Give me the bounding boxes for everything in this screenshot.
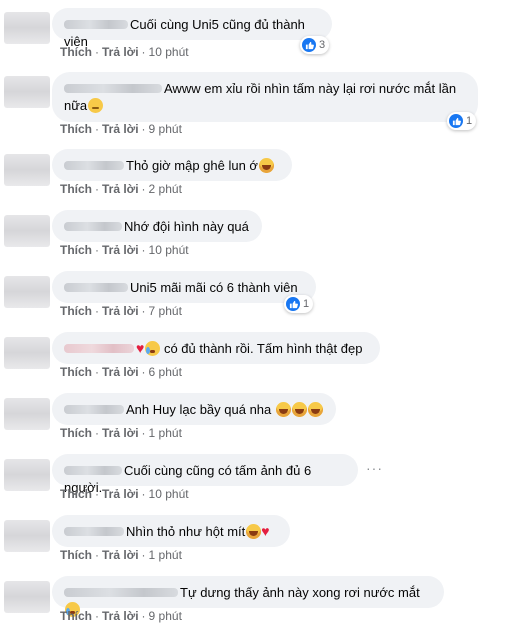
comment-text: Nhớ đội hình này quá <box>124 219 249 234</box>
reply-link[interactable]: Trả lời <box>102 122 139 136</box>
rolling-laughing-emoji <box>246 524 262 540</box>
comment-bubble: Anh Huy lạc bầy quá nha <box>52 393 336 425</box>
comment-actions: Thích · Trả lời · 9 phút <box>60 122 182 136</box>
relieved-face-emoji <box>88 98 104 114</box>
timestamp[interactable]: 7 phút <box>149 304 182 318</box>
timestamp[interactable]: 9 phút <box>149 122 182 136</box>
author-name-blurred[interactable] <box>64 20 128 30</box>
comment-bubble: Thỏ giờ mập ghê lun ớ <box>52 149 292 181</box>
comment-actions: Thích · Trả lời · 9 phút <box>60 609 182 623</box>
laughing-face-emoji <box>291 402 307 418</box>
avatar[interactable] <box>4 459 50 491</box>
laughing-face-emoji <box>307 402 323 418</box>
author-name-blurred[interactable] <box>64 84 162 94</box>
timestamp[interactable]: 10 phút <box>149 243 189 257</box>
reply-link[interactable]: Trả lời <box>102 243 139 257</box>
comment-actions: Thích · Trả lời · 7 phút <box>60 304 182 318</box>
comment-text: Nhìn thỏ như hột mít <box>126 524 246 539</box>
comment-text: có đủ thành rồi. Tấm hình thật đẹp <box>163 341 363 356</box>
author-name-blurred[interactable] <box>64 344 134 354</box>
comment-text: Awww em xỉu rồi nhìn tấm này lại rơi nướ… <box>164 81 457 96</box>
comment-actions: Thích · Trả lời · 2 phút <box>60 182 182 196</box>
timestamp[interactable]: 10 phút <box>149 487 189 501</box>
avatar[interactable] <box>4 581 50 613</box>
timestamp[interactable]: 1 phút <box>149 548 182 562</box>
avatar[interactable] <box>4 520 50 552</box>
reaction-count: 1 <box>303 298 310 310</box>
reaction-summary[interactable]: 3 <box>300 36 330 54</box>
comment-actions: Thích · Trả lời · 1 phút <box>60 426 182 440</box>
author-name-blurred[interactable] <box>64 222 122 232</box>
like-reaction-icon <box>286 297 300 311</box>
avatar[interactable] <box>4 398 50 430</box>
like-link[interactable]: Thích <box>60 304 92 318</box>
avatar[interactable] <box>4 12 50 44</box>
comment-bubble: Nhớ đội hình này quá <box>52 210 262 242</box>
like-link[interactable]: Thích <box>60 45 92 59</box>
like-link[interactable]: Thích <box>60 548 92 562</box>
author-name-blurred[interactable] <box>64 283 128 293</box>
avatar[interactable] <box>4 337 50 369</box>
comment-bubble: Uni5 mãi mãi có 6 thành viên <box>52 271 316 303</box>
comment-actions: Thích · Trả lời · 1 phút <box>60 548 182 562</box>
reply-link[interactable]: Trả lời <box>102 426 139 440</box>
like-link[interactable]: Thích <box>60 609 92 623</box>
timestamp[interactable]: 6 phút <box>149 365 182 379</box>
timestamp[interactable]: 10 phút <box>149 45 189 59</box>
comment-text: Anh Huy lạc bầy quá nha <box>126 402 272 417</box>
author-name-blurred[interactable] <box>64 527 124 537</box>
comment-bubble: Tự dưng thấy ảnh này xong rơi nước mắt <box>52 576 444 618</box>
comment-bubble: Cuối cùng cũng có tấm ảnh đủ 6 người. <box>52 454 358 495</box>
reaction-summary[interactable]: 1 <box>284 295 314 313</box>
reply-link[interactable]: Trả lời <box>102 45 139 59</box>
comment-bubble: Awww em xỉu rồi nhìn tấm này lại rơi nướ… <box>52 72 478 122</box>
reaction-summary[interactable]: 1 <box>447 112 477 130</box>
author-name-blurred[interactable] <box>64 588 178 598</box>
like-reaction-icon <box>302 38 316 52</box>
reaction-count: 3 <box>319 39 326 51</box>
reaction-count: 1 <box>466 115 473 127</box>
author-name-blurred[interactable] <box>64 405 124 415</box>
like-reaction-icon <box>449 114 463 128</box>
timestamp[interactable]: 9 phút <box>149 609 182 623</box>
like-link[interactable]: Thích <box>60 182 92 196</box>
timestamp[interactable]: 1 phút <box>149 426 182 440</box>
comment-text: Tự dưng thấy ảnh này xong rơi nước mắt <box>180 585 420 600</box>
red-heart-emoji: ♥ <box>136 340 145 357</box>
comment-bubble: ♥ có đủ thành rồi. Tấm hình thật đẹp <box>52 332 380 364</box>
reply-link[interactable]: Trả lời <box>102 609 139 623</box>
more-options-icon[interactable]: ··· <box>366 460 383 476</box>
author-name-blurred[interactable] <box>64 466 122 476</box>
like-link[interactable]: Thích <box>60 243 92 257</box>
avatar[interactable] <box>4 76 50 108</box>
comment-bubble: Cuối cùng Uni5 cũng đủ thành viên <box>52 8 332 49</box>
avatar[interactable] <box>4 154 50 186</box>
avatar[interactable] <box>4 215 50 247</box>
comment-actions: Thích · Trả lời · 10 phút <box>60 45 189 59</box>
crying-face-emoji <box>145 341 161 357</box>
comment-text: nữa <box>64 98 88 113</box>
reply-link[interactable]: Trả lời <box>102 548 139 562</box>
author-name-blurred[interactable] <box>64 161 124 171</box>
timestamp[interactable]: 2 phút <box>149 182 182 196</box>
reply-link[interactable]: Trả lời <box>102 182 139 196</box>
like-link[interactable]: Thích <box>60 487 92 501</box>
comment-actions: Thích · Trả lời · 10 phút <box>60 487 189 501</box>
red-heart-emoji: ♥ <box>261 523 270 540</box>
comment-actions: Thích · Trả lời · 6 phút <box>60 365 182 379</box>
comment-bubble: Nhìn thỏ như hột mít ♥ <box>52 515 290 547</box>
comment-text: Thỏ giờ mập ghê lun ớ <box>126 158 258 173</box>
comment-actions: Thích · Trả lời · 10 phút <box>60 243 189 257</box>
laughing-face-emoji <box>275 402 291 418</box>
reply-link[interactable]: Trả lời <box>102 365 139 379</box>
like-link[interactable]: Thích <box>60 426 92 440</box>
reply-link[interactable]: Trả lời <box>102 487 139 501</box>
like-link[interactable]: Thích <box>60 122 92 136</box>
reply-link[interactable]: Trả lời <box>102 304 139 318</box>
like-link[interactable]: Thích <box>60 365 92 379</box>
comment-text: Uni5 mãi mãi có 6 thành viên <box>130 280 298 295</box>
laughing-face-emoji <box>258 158 274 174</box>
avatar[interactable] <box>4 276 50 308</box>
